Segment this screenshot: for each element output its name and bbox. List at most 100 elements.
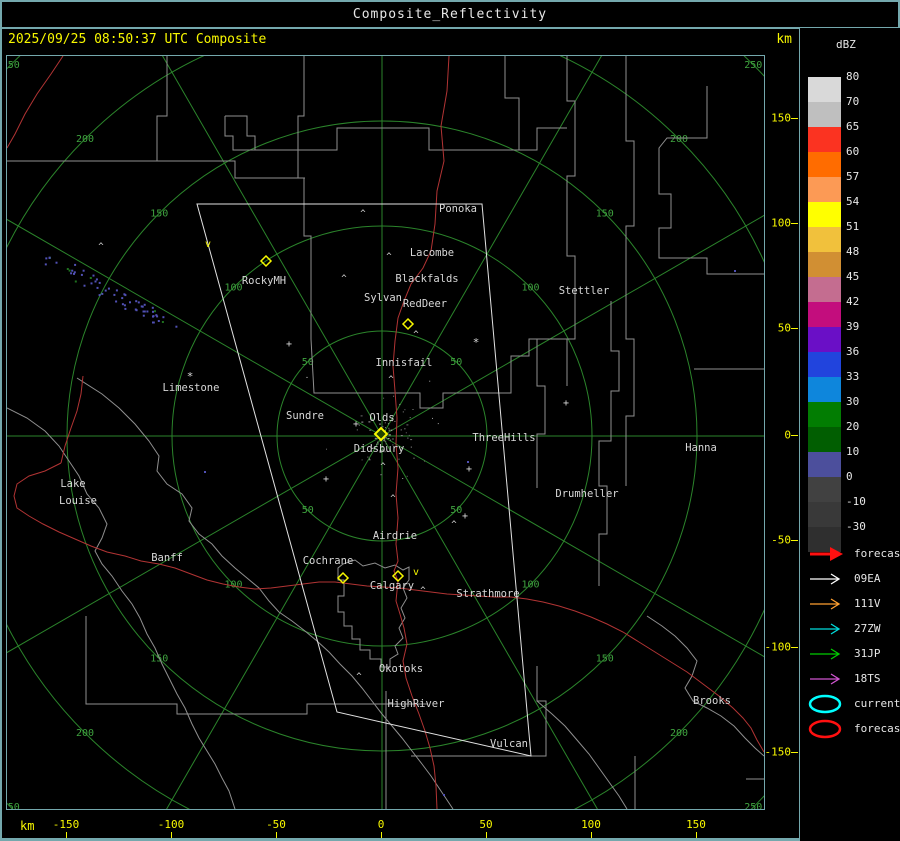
- clutter-pixel: [393, 395, 395, 397]
- range-ring-distance-label: 200: [670, 728, 688, 739]
- azimuth-line: [166, 435, 383, 809]
- storm-ellipse-icon: [808, 719, 842, 738]
- bottom-axis-tick-label: 0: [377, 818, 385, 831]
- clutter-pixel: [387, 438, 390, 439]
- clutter-pixel: [376, 438, 378, 440]
- city-label: Banff: [151, 552, 183, 564]
- summit-marker: ^: [98, 242, 104, 252]
- storm-arrow-icon: [810, 622, 841, 635]
- yellow-vee-marker: v: [205, 239, 211, 250]
- echo-pixel: [143, 303, 146, 306]
- right-axis-tick-mark: [791, 328, 798, 329]
- city-label: HighRiver: [388, 698, 445, 710]
- echo-pixel: [146, 310, 149, 313]
- ground-clutter: [306, 376, 439, 479]
- window-title: Composite_Reflectivity: [352, 7, 548, 22]
- right-axis-tick-mark: [791, 752, 798, 753]
- range-ring-distance-label: 150: [596, 208, 614, 219]
- scale-entry: 10: [808, 445, 898, 477]
- scale-color-swatch: [808, 327, 841, 352]
- clutter-pixel: [368, 459, 371, 461]
- legend-item: 27ZW: [808, 616, 900, 641]
- highway-line: [60, 375, 84, 464]
- echo-pixel: [92, 274, 95, 277]
- echo-pixel: [113, 293, 116, 296]
- echo-pixel: [98, 281, 101, 284]
- clutter-pixel: [407, 437, 409, 439]
- echo-pixel: [121, 303, 124, 306]
- radar-map-canvas[interactable]: 50 5050 50100 100100 100150 150150 150200 20020…: [7, 56, 764, 809]
- echo-pixel: [95, 278, 98, 281]
- echo-pixel: [152, 321, 154, 324]
- clutter-pixel: [432, 417, 433, 419]
- city-label: Vulcan: [490, 738, 528, 750]
- scale-color-swatch: [808, 302, 841, 327]
- sidebar: dBZ 80 70 65 60 57 54 51 48 45 42 39 36 33 30 20 10 0 -10…: [800, 28, 900, 841]
- range-ring-distance-label: 200: [670, 134, 688, 145]
- echo-pixel: [124, 307, 127, 310]
- summit-marker: ^: [390, 494, 396, 504]
- range-ring-distance-label: 50: [302, 505, 314, 516]
- right-axis-tick-label: 50: [777, 321, 791, 335]
- echo-pixel: [107, 287, 110, 290]
- legend-item: 18TS: [808, 666, 900, 691]
- yellow-vee-marker: v: [413, 567, 419, 578]
- legend-item: forecast: [808, 716, 900, 741]
- echo-pixel: [123, 304, 126, 307]
- clutter-pixel: [383, 397, 385, 399]
- echo-pixel: [154, 310, 156, 313]
- storm-arrow-icon: [810, 572, 841, 585]
- bottom-axis-tick-mark: [171, 832, 172, 838]
- echo-pixel: [141, 305, 144, 308]
- site-diamond-marker: [401, 317, 415, 331]
- bottom-axis-tick-mark: [66, 832, 67, 838]
- summit-marker: ^: [380, 462, 386, 472]
- clutter-pixel: [374, 437, 377, 439]
- storm-ellipse-icon: [808, 694, 842, 713]
- scale-color-swatch: [808, 252, 841, 277]
- reflectivity-color-scale: 80 70 65 60 57 54 51 48 45 42 39 36 33 30 20 10 0 -10 -30: [808, 70, 898, 552]
- city-label: Lacombe: [410, 247, 454, 259]
- city-label: Olds: [369, 412, 394, 424]
- echo-pixel: [162, 316, 165, 319]
- clutter-pixel: [404, 428, 406, 430]
- range-ring-distance-label: 250: [744, 60, 762, 71]
- echo-pixel: [135, 300, 138, 303]
- summit-marker: ^: [386, 252, 392, 262]
- bottom-axis-tick-mark: [591, 832, 592, 838]
- scale-value-label: 33: [846, 370, 860, 383]
- clutter-pixel: [388, 427, 390, 429]
- boundary-line: [504, 56, 520, 150]
- legend-label: 111V: [854, 597, 881, 610]
- legend-item: current: [808, 691, 900, 716]
- range-ring-distance-label: 100: [224, 283, 242, 294]
- scale-color-swatch: [808, 427, 841, 452]
- echo-pixel: [98, 294, 101, 297]
- clutter-pixel: [400, 435, 403, 437]
- legend-item: 31JP: [808, 641, 900, 666]
- town-cross-marker: +: [462, 511, 468, 522]
- right-axis-tick-label: -100: [764, 640, 792, 654]
- clutter-pixel: [326, 448, 327, 450]
- clutter-pixel: [395, 427, 397, 429]
- clutter-pixel: [384, 427, 386, 429]
- boundary-line: [224, 115, 256, 151]
- city-labels: Ponoka Lacombe Blackfalds Sylvan RedDeer Stet…: [59, 203, 731, 750]
- echo-pixel: [83, 284, 86, 287]
- echo-pixel: [155, 314, 158, 317]
- city-label: RockyMH: [242, 275, 286, 287]
- scale-value-label: 30: [846, 395, 860, 408]
- legend-label: forecast: [854, 722, 900, 735]
- right-axis-tick-label: -50: [771, 533, 791, 547]
- echo-pixel: [135, 309, 138, 312]
- boundary-line: [598, 301, 620, 586]
- echo-pixel: [115, 289, 118, 292]
- range-ring-distance-label: 100: [521, 283, 539, 294]
- city-label: Stettler: [559, 285, 610, 297]
- bottom-axis-tick-mark: [486, 832, 487, 838]
- city-label: Ponoka: [439, 203, 477, 215]
- echo-pixel: [55, 261, 58, 264]
- timestamp-label: 2025/09/25 08:50:37 UTC Composite: [8, 32, 267, 47]
- echo-pixel: [151, 306, 154, 309]
- echo-pixel: [66, 268, 69, 270]
